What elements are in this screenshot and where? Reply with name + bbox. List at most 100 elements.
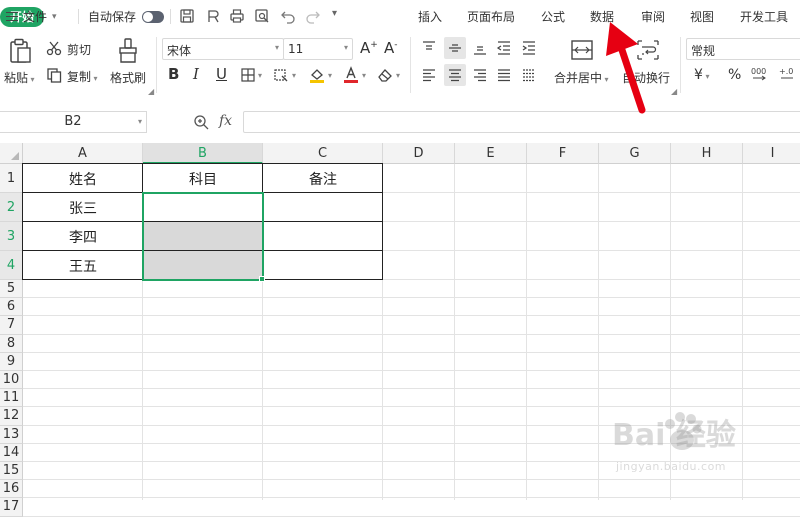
- chevron-down-icon[interactable]: ▾: [292, 71, 296, 80]
- row-header-15[interactable]: 15: [0, 462, 23, 481]
- row-header-9[interactable]: 9: [0, 352, 23, 371]
- row-header-13[interactable]: 13: [0, 425, 23, 444]
- decrease-font-icon[interactable]: A-: [384, 39, 398, 57]
- row-header-12[interactable]: 12: [0, 407, 23, 426]
- row-header-8[interactable]: 8: [0, 334, 23, 353]
- fill-color-icon[interactable]: [308, 66, 326, 84]
- tab-page-layout[interactable]: 页面布局: [467, 8, 515, 25]
- format-painter-button[interactable]: 格式刷: [110, 69, 146, 86]
- column-header-d[interactable]: D: [383, 143, 455, 164]
- name-box[interactable]: B2 ▾: [0, 111, 147, 133]
- font-color-icon[interactable]: [342, 66, 360, 84]
- chevron-down-icon[interactable]: ▾: [258, 71, 262, 80]
- print-preview-icon[interactable]: [254, 8, 270, 24]
- increase-indent-icon[interactable]: [521, 40, 537, 56]
- row-header-16[interactable]: 16: [0, 480, 23, 499]
- cell-a3[interactable]: 李四: [23, 222, 143, 251]
- tab-formulas[interactable]: 公式: [541, 8, 565, 25]
- row-header-2[interactable]: 2: [0, 193, 23, 222]
- row-header-4[interactable]: 4: [0, 251, 23, 280]
- column-header-e[interactable]: E: [455, 143, 527, 164]
- cell-a4[interactable]: 王五: [23, 251, 143, 280]
- tab-insert[interactable]: 插入: [418, 8, 442, 25]
- column-header-c[interactable]: C: [263, 143, 383, 164]
- column-header-i[interactable]: I: [743, 143, 800, 164]
- column-header-g[interactable]: G: [599, 143, 671, 164]
- paste-icon[interactable]: [8, 38, 32, 64]
- percent-icon[interactable]: %: [728, 67, 741, 83]
- increase-decimal-icon[interactable]: +.0: [778, 66, 800, 84]
- cell-c1[interactable]: 备注: [263, 164, 383, 193]
- thousands-separator-icon[interactable]: 000: [750, 66, 772, 84]
- font-name-select[interactable]: 宋体 ▾: [162, 38, 284, 60]
- align-center-icon[interactable]: [447, 67, 463, 83]
- toggle-icon[interactable]: [142, 10, 165, 23]
- row-header-5[interactable]: 5: [0, 280, 23, 299]
- chevron-down-icon[interactable]: ▾: [328, 71, 332, 80]
- decrease-indent-icon[interactable]: [496, 40, 512, 56]
- row-header-17[interactable]: 17: [0, 498, 23, 517]
- selection-range[interactable]: [142, 192, 264, 281]
- copy-button[interactable]: 复制 ▾: [67, 68, 98, 85]
- paste-button[interactable]: 粘贴 ▾: [4, 69, 35, 86]
- bold-icon[interactable]: B: [168, 65, 179, 83]
- table-border: [262, 221, 383, 251]
- distributed-icon[interactable]: [521, 67, 537, 83]
- underline-icon[interactable]: U: [216, 65, 227, 83]
- fill-handle[interactable]: [259, 276, 265, 282]
- italic-icon[interactable]: I: [193, 65, 199, 83]
- select-all-corner[interactable]: [0, 143, 23, 164]
- export-icon[interactable]: [205, 8, 221, 24]
- row-header-11[interactable]: 11: [0, 389, 23, 408]
- brush-icon[interactable]: [117, 38, 139, 64]
- align-right-icon[interactable]: [472, 67, 488, 83]
- align-left-icon[interactable]: [421, 67, 437, 83]
- align-top-icon[interactable]: [421, 40, 437, 56]
- increase-font-icon[interactable]: A+: [360, 39, 378, 57]
- font-size-select[interactable]: 11 ▾: [283, 38, 353, 60]
- justify-icon[interactable]: [496, 67, 512, 83]
- chevron-down-icon[interactable]: ▾: [396, 71, 400, 80]
- cell-b1[interactable]: 科目: [143, 164, 263, 193]
- merge-icon[interactable]: [570, 39, 594, 61]
- autosave-toggle[interactable]: 自动保存: [88, 8, 165, 25]
- number-format-select[interactable]: 常规: [686, 38, 800, 60]
- undo-icon[interactable]: [280, 8, 296, 24]
- fx-icon[interactable]: fx: [219, 113, 232, 129]
- currency-button[interactable]: ¥ ▾: [694, 67, 709, 83]
- save-icon[interactable]: [179, 8, 195, 24]
- customize-toolbar-icon[interactable]: ▾: [332, 8, 337, 19]
- cut-button[interactable]: 剪切: [67, 41, 91, 58]
- redo-icon[interactable]: [305, 8, 321, 24]
- border-icon[interactable]: [240, 67, 256, 83]
- tab-developer[interactable]: 开发工具: [740, 8, 788, 25]
- font-name-value: 宋体: [167, 44, 192, 58]
- column-header-a[interactable]: A: [23, 143, 143, 164]
- column-header-b[interactable]: B: [143, 143, 263, 164]
- tab-view[interactable]: 视图: [690, 8, 714, 25]
- zoom-icon[interactable]: [193, 114, 210, 131]
- column-header-f[interactable]: F: [527, 143, 599, 164]
- chevron-down-icon[interactable]: ▾: [362, 71, 366, 80]
- row-header-7[interactable]: 7: [0, 316, 23, 335]
- row-header-3[interactable]: 3: [0, 222, 23, 251]
- align-middle-icon[interactable]: [447, 40, 463, 56]
- copy-icon[interactable]: [46, 67, 62, 83]
- ribbon: 粘贴 ▾ 剪切 复制 ▾ 格式刷 ◢ 宋体 ▾ 11 ▾ A+ A- B I U…: [0, 33, 800, 97]
- row-header-1[interactable]: 1: [0, 164, 23, 193]
- file-menu[interactable]: 文件 ▾: [6, 8, 57, 25]
- table-border: [262, 250, 383, 280]
- row-header-6[interactable]: 6: [0, 298, 23, 317]
- group-expand-icon[interactable]: ◢: [148, 87, 154, 96]
- row-header-10[interactable]: 10: [0, 371, 23, 390]
- align-bottom-icon[interactable]: [472, 40, 488, 56]
- scissors-icon[interactable]: [46, 40, 62, 56]
- formula-input[interactable]: [243, 111, 800, 133]
- eraser-icon[interactable]: [377, 67, 393, 83]
- cell-a2[interactable]: 张三: [23, 193, 143, 222]
- row-header-14[interactable]: 14: [0, 443, 23, 462]
- fill-style-icon[interactable]: [273, 67, 289, 83]
- cell-a1[interactable]: 姓名: [23, 164, 143, 193]
- column-header-h[interactable]: H: [671, 143, 743, 164]
- print-icon[interactable]: [229, 8, 245, 24]
